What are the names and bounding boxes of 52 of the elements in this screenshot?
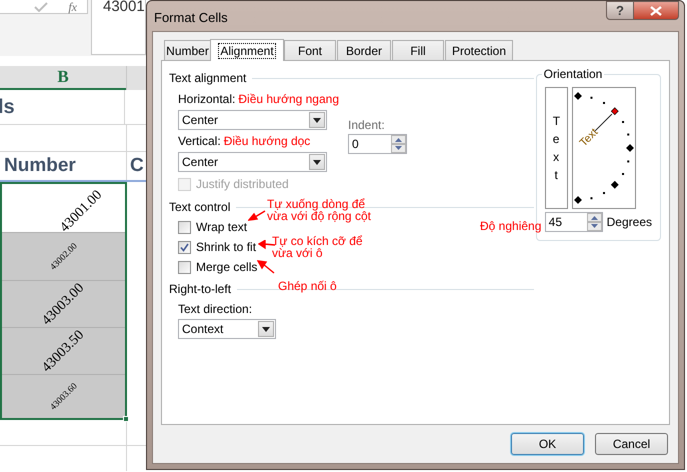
tab[interactable]: Alignment <box>210 39 284 61</box>
field-label: Vertical: <box>178 133 221 150</box>
checkmark-icon <box>180 242 189 252</box>
close-icon <box>650 6 662 16</box>
vertical-text-button[interactable]: Text <box>544 87 568 209</box>
field-label: Indent: <box>348 117 386 134</box>
spin-arrows-icon <box>391 135 406 153</box>
pointer-arrow <box>248 209 266 221</box>
tab[interactable]: Number <box>164 40 211 60</box>
fill-handle[interactable] <box>123 416 129 422</box>
degrees-spinner[interactable]: 45 <box>544 212 603 232</box>
caret-icon <box>313 160 321 164</box>
column-heading: Number <box>4 154 76 178</box>
field-label: Degrees <box>606 214 652 231</box>
field-label: Text direction: <box>178 301 252 318</box>
checkbox-option[interactable]: Merge cells <box>178 257 258 277</box>
annotation-text: Độ nghiêng <box>480 220 542 232</box>
orientation-dial[interactable]: Text <box>572 87 636 209</box>
column-heading: C <box>130 154 144 178</box>
close-button[interactable] <box>634 1 679 20</box>
section-heading: Text control <box>169 199 230 216</box>
tab[interactable]: Fill <box>392 40 444 60</box>
help-button[interactable]: ? <box>606 1 634 20</box>
caret-icon <box>313 118 321 122</box>
section-heading: Right-to-left <box>169 281 232 298</box>
checkbox-option[interactable]: Wrap text <box>178 217 248 237</box>
indent-spinner[interactable]: 0 <box>348 134 407 154</box>
annotation-text: Tự xuống dòng để vừa với độ rộng cột <box>267 198 371 222</box>
orientation-sample-text: Text <box>577 126 600 150</box>
dialog-button[interactable]: OK <box>511 433 584 455</box>
tab[interactable]: Font <box>284 40 336 60</box>
annotation-text: Tự co kích cỡ để vừa với ô <box>272 235 363 259</box>
dropdown[interactable]: Context <box>178 319 276 339</box>
window-title: Format Cells <box>154 9 228 27</box>
checkbox-option[interactable]: Shrink to fit <box>178 237 256 257</box>
annotation-text: Điều hướng ngang <box>238 91 339 108</box>
dropdown[interactable]: Center <box>178 152 327 172</box>
column-header[interactable]: B <box>0 66 126 90</box>
formula-field[interactable]: 43001 <box>91 0 146 55</box>
section-heading: Text alignment <box>169 70 246 87</box>
field-label: Horizontal: <box>178 91 236 108</box>
group-label: Orientation <box>542 66 604 83</box>
dropdown[interactable]: Center <box>178 110 327 130</box>
pointer-arrow <box>257 260 275 274</box>
dialog-button[interactable]: Cancel <box>595 433 668 455</box>
annotation-text: Điều hướng dọc <box>224 133 310 150</box>
spin-arrows-icon <box>586 213 602 231</box>
tab[interactable]: Protection <box>445 40 513 60</box>
caret-icon <box>262 326 270 332</box>
tab[interactable]: Border <box>337 40 391 60</box>
annotation-text: Ghép nối ô <box>278 280 337 292</box>
function-label: fx <box>68 0 77 12</box>
